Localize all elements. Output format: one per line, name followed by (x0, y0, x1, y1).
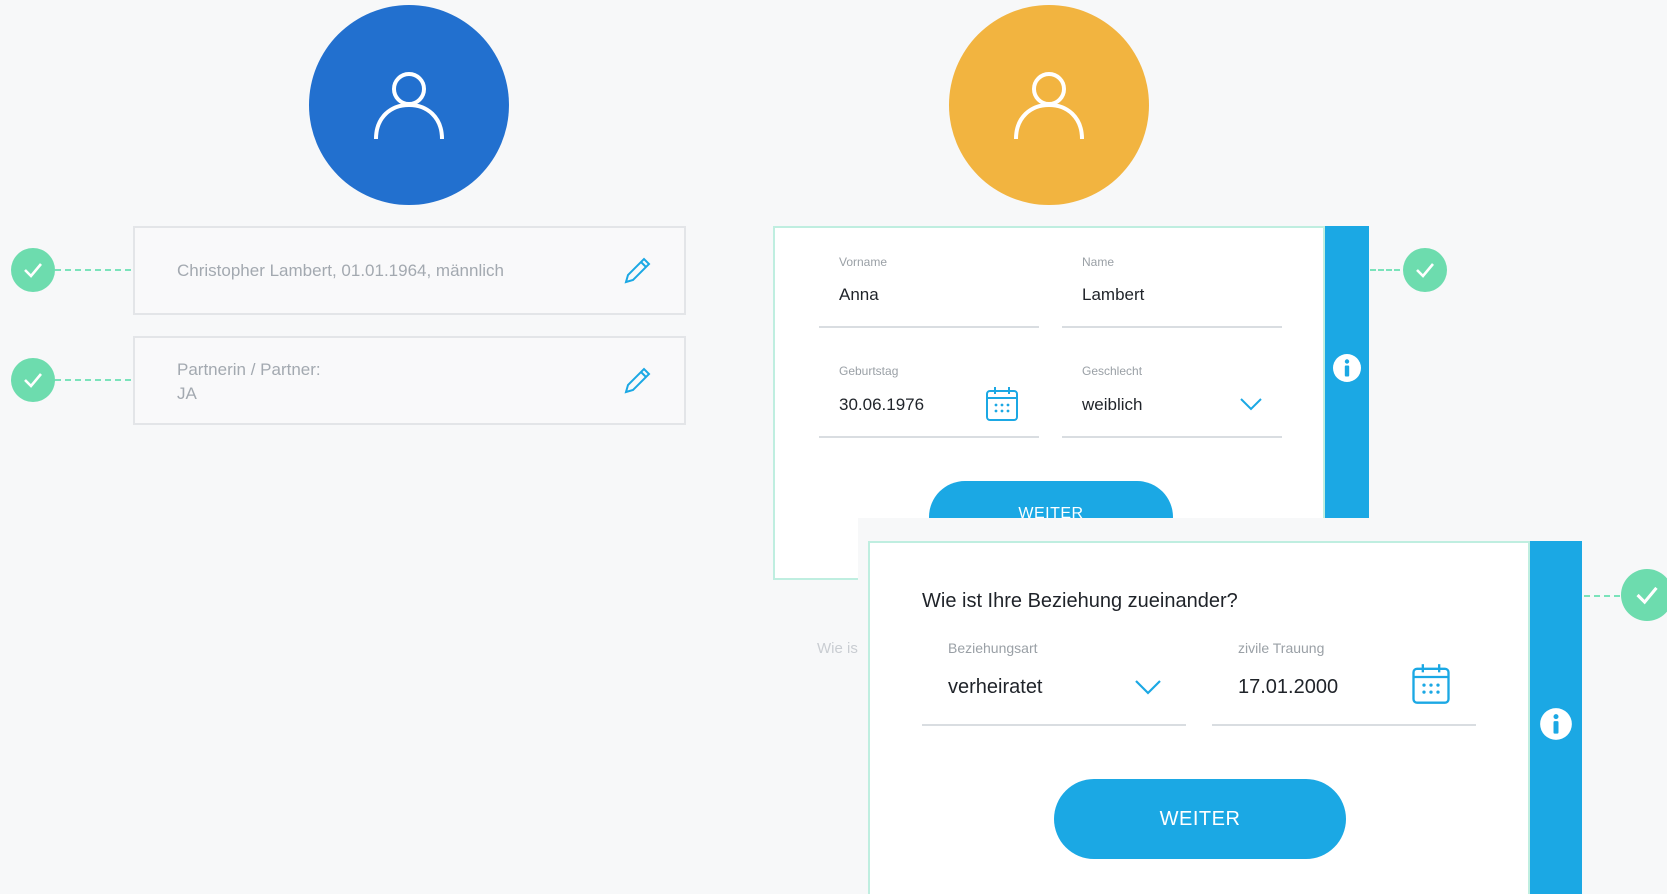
step-complete-check (11, 358, 55, 402)
civil-wedding-date-input[interactable]: 17.01.2000 (1238, 676, 1338, 699)
connector-line (55, 269, 131, 271)
step-complete-check (1621, 569, 1667, 621)
step-complete-check (1403, 248, 1447, 292)
birthday-label: Geburtstag (839, 364, 899, 378)
edit-partner-button[interactable] (620, 364, 654, 398)
gender-underline (1062, 436, 1282, 438)
edit-person-button[interactable] (620, 254, 654, 288)
step-complete-check (11, 248, 55, 292)
lastname-label: Name (1082, 255, 1115, 269)
birthday-underline (819, 436, 1039, 438)
person-summary-text: Christopher Lambert, 01.01.1964, männlic… (177, 261, 504, 280)
user-icon (1014, 72, 1084, 140)
calendar-icon (1412, 664, 1450, 704)
primary-person-avatar (309, 5, 509, 205)
relationship-form-card: Wie ist Ihre Beziehung zueinander? Bezie… (868, 541, 1530, 894)
chevron-down-icon (1135, 680, 1161, 695)
check-icon (24, 263, 42, 278)
birthday-input[interactable]: 30.06.1976 (839, 395, 924, 415)
connector-line (1584, 595, 1620, 597)
check-icon (24, 373, 42, 388)
partner-info-bar (1325, 226, 1369, 518)
user-icon (374, 72, 444, 140)
gender-label: Geschlecht (1082, 364, 1143, 378)
birthday-calendar-button[interactable] (985, 386, 1019, 427)
connector-line (1370, 269, 1400, 271)
gender-select[interactable]: weiblich (1082, 395, 1142, 415)
calendar-icon (986, 387, 1018, 421)
civil-wedding-calendar-button[interactable] (1411, 663, 1451, 710)
partner-summary-value: JA (177, 384, 197, 403)
relationship-type-dropdown-toggle[interactable] (1134, 678, 1162, 701)
pencil-icon (624, 367, 651, 394)
relationship-type-underline (922, 724, 1186, 726)
check-icon (1636, 586, 1658, 605)
firstname-underline (819, 326, 1039, 328)
lastname-underline (1062, 326, 1282, 328)
partner-summary-label: Partnerin / Partner: (177, 360, 321, 379)
firstname-input[interactable]: Anna (839, 285, 879, 305)
info-icon[interactable] (1539, 707, 1573, 741)
civil-wedding-label: zivile Trauung (1238, 640, 1325, 656)
relationship-next-button[interactable]: WEITER (1054, 779, 1346, 859)
check-icon (1416, 263, 1434, 278)
lastname-input[interactable]: Lambert (1082, 285, 1144, 305)
relationship-type-select[interactable]: verheiratet (948, 676, 1043, 699)
gender-dropdown-toggle[interactable] (1239, 396, 1263, 417)
civil-wedding-underline (1212, 724, 1476, 726)
person-summary-card: Christopher Lambert, 01.01.1964, männlic… (133, 226, 686, 315)
firstname-label: Vorname (839, 255, 888, 269)
connector-line (55, 379, 131, 381)
partner-summary-card: Partnerin / Partner: JA (133, 336, 686, 425)
chevron-down-icon (1240, 398, 1262, 411)
relationship-question: Wie ist Ihre Beziehung zueinander? (922, 590, 1238, 612)
partner-avatar (949, 5, 1149, 205)
faded-question-text: Wie is (817, 640, 858, 657)
pencil-icon (624, 257, 651, 284)
relationship-type-label: Beziehungsart (948, 640, 1038, 656)
info-icon[interactable] (1332, 353, 1362, 383)
relationship-info-bar (1530, 541, 1582, 894)
